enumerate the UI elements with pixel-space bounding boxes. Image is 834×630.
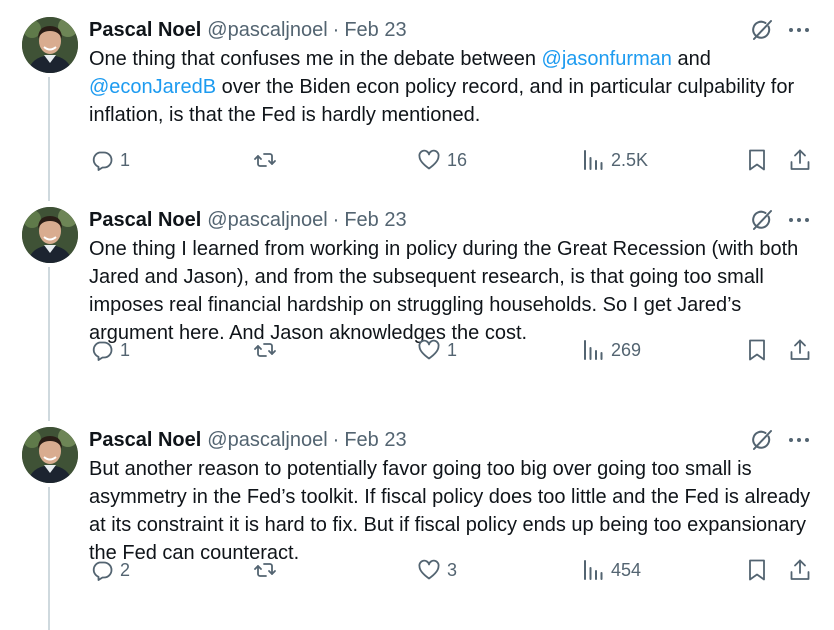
heart-icon: [418, 339, 440, 360]
tweet-actions: 2 3 454: [0, 553, 834, 587]
mention-link[interactable]: @econJaredB: [89, 76, 216, 98]
like-button[interactable]: 3: [417, 553, 457, 587]
like-count: 16: [447, 149, 468, 170]
view-count: 2.5K: [611, 149, 649, 170]
retweet-button[interactable]: [253, 553, 283, 587]
views-icon: [584, 560, 603, 580]
more-icon[interactable]: [786, 18, 812, 42]
tweet-text-segment: One thing I learned from working in poli…: [89, 238, 799, 344]
reply-icon: [92, 341, 113, 361]
reply-count: 2: [120, 559, 131, 580]
share-button[interactable]: [788, 143, 812, 177]
mention-link[interactable]: @jasonfurman: [542, 48, 672, 70]
like-count: 3: [447, 559, 458, 580]
bookmark-button[interactable]: [745, 553, 769, 587]
tweet-header: Pascal Noel @pascaljnoel · Feb 23: [89, 427, 407, 453]
share-button[interactable]: [788, 333, 812, 367]
separator-dot: ·: [332, 428, 340, 451]
display-name[interactable]: Pascal Noel: [89, 19, 201, 42]
views-button[interactable]: 454: [581, 553, 641, 587]
like-count: 1: [447, 339, 458, 360]
heart-icon: [418, 559, 440, 580]
bookmark-icon: [749, 149, 765, 171]
separator-dot: ·: [332, 18, 340, 41]
user-handle[interactable]: @pascaljnoel: [207, 209, 327, 232]
tweet-text: One thing I learned from working in poli…: [89, 235, 819, 347]
reply-button[interactable]: 1: [90, 143, 130, 177]
bookmark-icon: [749, 339, 765, 361]
share-icon: [790, 339, 810, 360]
grok-icon[interactable]: [750, 208, 774, 232]
like-button[interactable]: 1: [417, 333, 457, 367]
views-icon: [584, 340, 603, 360]
retweet-icon: [254, 343, 276, 357]
retweet-button[interactable]: [253, 143, 283, 177]
tweet-date[interactable]: Feb 23: [344, 209, 406, 232]
separator-dot: ·: [332, 208, 340, 231]
tweet-text: One thing that confuses me in the debate…: [89, 45, 819, 129]
share-icon: [790, 149, 810, 170]
tweet-date[interactable]: Feb 23: [344, 19, 406, 42]
reply-button[interactable]: 2: [90, 553, 130, 587]
bookmark-icon: [749, 559, 765, 581]
user-handle[interactable]: @pascaljnoel: [207, 429, 327, 452]
tweet-text-segment: But another reason to potentially favor …: [89, 458, 811, 564]
reply-count: 1: [120, 339, 131, 360]
like-button[interactable]: 16: [417, 143, 467, 177]
share-button[interactable]: [788, 553, 812, 587]
avatar[interactable]: [22, 17, 78, 73]
views-button[interactable]: 269: [581, 333, 641, 367]
tweet-text: But another reason to potentially favor …: [89, 455, 819, 567]
tweet-2[interactable]: Pascal Noel @pascaljnoel · Feb 23 One th…: [0, 190, 834, 410]
avatar[interactable]: [22, 207, 78, 263]
tweet-actions: 1 1 269: [0, 333, 834, 367]
grok-icon[interactable]: [750, 428, 774, 452]
more-icon[interactable]: [786, 208, 812, 232]
share-icon: [790, 559, 810, 580]
tweet-text-segment: One thing that confuses me in the debate…: [89, 48, 542, 70]
more-icon[interactable]: [786, 428, 812, 452]
grok-icon[interactable]: [750, 18, 774, 42]
avatar[interactable]: [22, 427, 78, 483]
tweet-date[interactable]: Feb 23: [344, 429, 406, 452]
bookmark-button[interactable]: [745, 333, 769, 367]
tweet-header: Pascal Noel @pascaljnoel · Feb 23: [89, 207, 407, 233]
views-icon: [584, 150, 603, 170]
tweet-actions: 1 16 2.5K: [0, 143, 834, 177]
heart-icon: [418, 149, 440, 170]
retweet-button[interactable]: [253, 333, 283, 367]
reply-icon: [92, 151, 113, 171]
retweet-icon: [254, 563, 276, 577]
tweet-header: Pascal Noel @pascaljnoel · Feb 23: [89, 17, 407, 43]
reply-icon: [92, 561, 113, 581]
bookmark-button[interactable]: [745, 143, 769, 177]
reply-button[interactable]: 1: [90, 333, 130, 367]
views-button[interactable]: 2.5K: [581, 143, 648, 177]
reply-count: 1: [120, 149, 131, 170]
view-count: 269: [611, 339, 642, 360]
user-handle[interactable]: @pascaljnoel: [207, 19, 327, 42]
tweet-1[interactable]: Pascal Noel @pascaljnoel · Feb 23 One th…: [0, 0, 834, 220]
retweet-icon: [254, 153, 276, 167]
view-count: 454: [611, 559, 642, 580]
tweet-3[interactable]: Pascal Noel @pascaljnoel · Feb 23 But an…: [0, 410, 834, 630]
display-name[interactable]: Pascal Noel: [89, 429, 201, 452]
display-name[interactable]: Pascal Noel: [89, 209, 201, 232]
tweet-text-segment: and: [671, 48, 711, 70]
